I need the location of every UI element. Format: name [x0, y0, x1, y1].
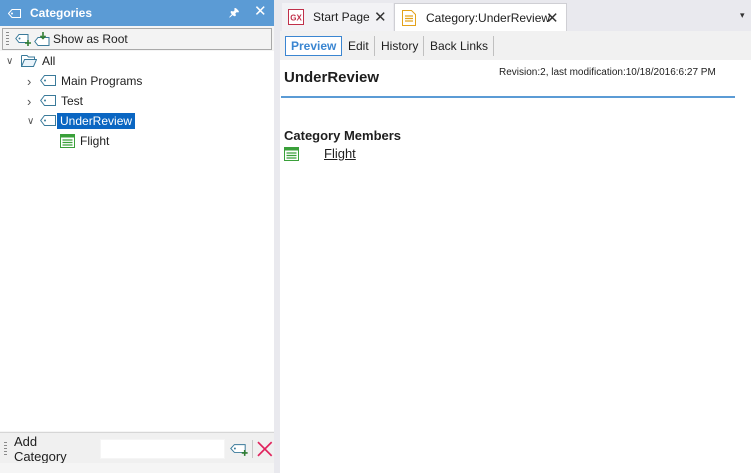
category-tag-icon [40, 95, 56, 106]
document-tabstrip: GX Start Page ✕ Category:UnderReview ✕ ▾ [280, 0, 751, 31]
expand-icon[interactable]: › [27, 94, 31, 109]
category-tree: ∨ All › Main Programs › Test ∨ UnderRevi… [0, 51, 274, 431]
tab-label: Preview [291, 39, 337, 53]
categories-toolbar: Show as Root [2, 28, 272, 50]
show-as-root-button[interactable]: Show as Root [53, 32, 128, 46]
panel-footer [0, 463, 274, 473]
collapse-icon[interactable]: ∨ [6, 56, 13, 67]
folder-open-icon [21, 55, 37, 67]
categories-panel: Categories 🖈 ✕ Show as Root ∨ All › Main… [0, 0, 275, 473]
tab-edit[interactable]: Edit [343, 36, 375, 56]
transaction-icon [60, 134, 75, 148]
add-category-label: Add Category [13, 433, 67, 464]
pin-icon[interactable]: 🖈 [229, 4, 239, 23]
tree-node-label: All [42, 54, 56, 68]
tab-label: Category:UnderReview [426, 10, 551, 25]
close-icon[interactable]: ✕ [546, 9, 559, 27]
title-divider [281, 96, 735, 98]
page-title: UnderReview [284, 69, 380, 86]
expand-icon[interactable]: › [27, 74, 31, 89]
tab-label: Back Links [430, 39, 489, 53]
members-heading: Category Members [284, 128, 402, 143]
revision-info: Revision:2, last modification:10/18/2016… [499, 67, 716, 78]
toolbar-grip[interactable] [4, 441, 7, 456]
tree-node-label: UnderReview [57, 113, 136, 129]
panel-title-bar: Categories 🖈 ✕ [0, 0, 275, 26]
member-item: Flight [284, 146, 356, 161]
add-category-input[interactable] [99, 438, 225, 459]
add-category-bar: Add Category [0, 432, 274, 464]
tab-label: Edit [348, 39, 369, 53]
add-category-icon[interactable] [229, 442, 249, 456]
panel-title: Categories [30, 6, 93, 20]
tab-preview[interactable]: Preview [285, 36, 343, 56]
toolbar-separator [252, 439, 254, 458]
view-mode-nav: Preview Edit History Back Links [280, 31, 751, 60]
category-tag-icon [40, 75, 56, 86]
new-category-icon[interactable] [15, 32, 32, 46]
tab-overflow-menu-icon[interactable]: ▾ [740, 10, 745, 21]
tab-category-underreview[interactable]: Category:UnderReview ✕ [394, 3, 567, 31]
show-as-root-icon[interactable] [34, 31, 51, 47]
tree-node-label: Test [61, 94, 84, 108]
category-doc-icon [402, 10, 416, 26]
close-icon[interactable]: ✕ [374, 8, 387, 26]
gx-icon: GX [288, 9, 304, 25]
tree-node-label: Main Programs [61, 74, 143, 88]
tab-back-links[interactable]: Back Links [425, 36, 495, 56]
delete-icon[interactable] [256, 440, 274, 458]
tree-node-label: Flight [80, 134, 110, 148]
category-preview: UnderReview Revision:2, last modificatio… [280, 60, 751, 473]
close-icon[interactable]: ✕ [254, 3, 267, 21]
transaction-icon [284, 146, 299, 161]
member-link-flight[interactable]: Flight [324, 146, 356, 161]
svg-text:GX: GX [290, 14, 302, 23]
category-tag-icon [8, 8, 21, 18]
collapse-icon[interactable]: ∨ [27, 116, 34, 127]
category-tag-icon [40, 115, 56, 126]
tab-label: Start Page [313, 10, 370, 24]
toolbar-grip[interactable] [6, 32, 9, 46]
tab-label: History [381, 39, 419, 53]
tab-history[interactable]: History [376, 36, 425, 56]
tab-start-page[interactable]: GX Start Page ✕ [282, 3, 393, 31]
